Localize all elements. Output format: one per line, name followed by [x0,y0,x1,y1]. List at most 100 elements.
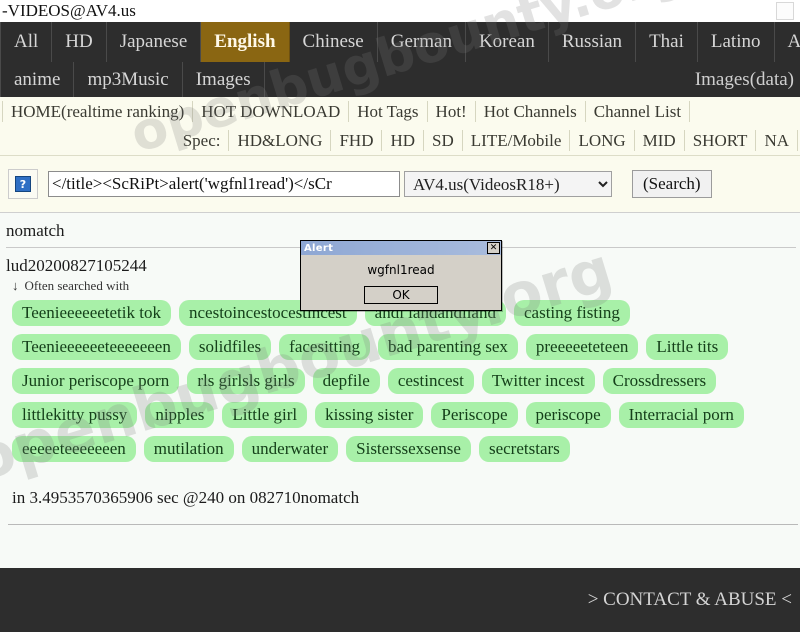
search-tag[interactable]: Crossdressers [602,368,717,394]
alert-body: wgfnl1read OK [301,255,501,310]
subnav-link-label: HOME(realtime ranking) [11,102,185,121]
page-footer: > CONTACT & ABUSE < [0,568,800,632]
nav-language-chinese[interactable]: Chinese [290,22,378,62]
search-tag[interactable]: depfile [312,368,380,394]
search-button[interactable]: (Search) [632,170,712,198]
search-tag[interactable]: Little tits [646,334,729,360]
page-title: -VIDEOS@AV4.us [2,1,136,20]
spec-item-label: HD [390,131,416,150]
spec-item-sd[interactable]: SD [424,130,463,151]
spec-item-label: LONG [578,131,626,150]
spec-item-na[interactable]: NA [756,130,798,151]
search-tag[interactable]: underwater [241,436,339,462]
search-input[interactable] [48,171,400,197]
search-tag[interactable]: littlekitty pussy [12,402,138,428]
search-tag[interactable]: eeeeeteeeeeeen [12,436,136,462]
search-tag[interactable]: Little girl [222,402,308,428]
search-bar: ? AV4.us(VideosR18+) (Search) [0,156,800,213]
search-tag[interactable]: casting fisting [513,300,630,326]
search-tag[interactable]: Teenieeeeeetetik tok [12,300,171,326]
spec-item-label: FHD [339,131,374,150]
secondary-navigation: HOME(realtime ranking) HOT DOWNLOAD Hot Ta… [0,97,800,156]
nav-language-japanese[interactable]: Japanese [107,22,202,62]
down-arrow-icon: ↓ [12,278,19,293]
nav-media-anime[interactable]: anime [0,62,75,97]
result-status: nomatch [6,221,65,240]
close-icon[interactable]: ✕ [487,242,500,254]
nav-item-label: mp3Music [87,68,169,90]
search-tag[interactable]: cestincest [387,368,474,394]
spec-item-short[interactable]: SHORT [685,130,757,151]
nav-language-korean[interactable]: Korean [466,22,549,62]
subnav-link-label: Hot Tags [357,102,419,121]
nav-item-label: Latino [710,31,761,52]
nav-item-label: Images [195,68,251,90]
spec-item-long[interactable]: LONG [570,130,635,151]
search-tag[interactable]: preeeeeteteen [525,334,639,360]
nav-item-label: All [14,31,39,52]
nav-item-label: HD [65,31,93,52]
spec-item-hd[interactable]: HD [382,130,425,151]
search-tag[interactable]: Junior periscope porn [12,368,180,394]
subnav-link-hot-[interactable]: Hot! [428,101,476,122]
nav-item-label: Chinese [302,31,364,52]
nav-language-latino[interactable]: Latino [698,22,775,62]
spec-item-mid[interactable]: MID [635,130,685,151]
subnav-link-label: Hot! [435,102,467,121]
nav-language-all[interactable]: All [0,22,53,62]
spec-item-label: SD [432,131,454,150]
nav-item-label: Russian [561,31,623,52]
nav-item-label: German [390,31,452,52]
subnav-link-label: HOT DOWNLOAD [201,102,341,121]
search-tag[interactable]: nipples [145,402,215,428]
nav-language-english[interactable]: English [201,22,290,62]
nav-media-images[interactable]: Images [183,62,265,97]
search-tag[interactable]: kissing sister [315,402,424,428]
spec-item-label: SHORT [692,131,748,150]
search-tag[interactable]: mutilation [143,436,234,462]
nav-media-mp3music[interactable]: mp3Music [74,62,183,97]
nav-language-hd[interactable]: HD [52,22,107,62]
primary-navigation: All HD Japanese English Chinese German Korean R… [0,22,800,97]
search-tag[interactable]: Twitter incest [481,368,595,394]
subnav-link-channel-list[interactable]: Channel List [586,101,691,122]
nav-item-label: English [214,31,276,52]
spec-item-hd-long[interactable]: HD&LONG [228,130,332,151]
nav-item-label: Arab [787,31,800,52]
often-searched-label: Often searched with [24,278,130,293]
nav-language-german[interactable]: German [378,22,466,62]
browser-title-strip: -VIDEOS@AV4.us [0,0,800,22]
search-tag[interactable]: bad parenting sex [377,334,518,360]
language-nav-row: All HD Japanese English Chinese German Korean R… [0,22,800,62]
subnav-link-label: Channel List [593,102,682,121]
subnav-link-hot-download[interactable]: HOT DOWNLOAD [193,101,350,122]
alert-ok-button[interactable]: OK [364,286,438,304]
spec-label: Spec: [182,130,221,150]
tag-list: Teenieeeeeetetik tok ncestoincestocestinc… [6,300,800,462]
search-tag[interactable]: Interracial porn [618,402,744,428]
search-tag[interactable]: Sisterssexsense [346,436,471,462]
search-tag[interactable]: solidfiles [188,334,272,360]
search-tag[interactable]: periscope [525,402,611,428]
subnav-link-hot-tags[interactable]: Hot Tags [349,101,428,122]
contact-abuse-link[interactable]: > CONTACT & ABUSE < [588,589,792,611]
images-data-link[interactable]: Images(data) [695,62,794,97]
nav-item-label: Japanese [119,31,188,52]
spec-item-lite-mobile[interactable]: LITE/Mobile [463,130,571,151]
search-tag[interactable]: Teenieeeeeeteeeeeeen [12,334,181,360]
search-tag[interactable]: facesitting [279,334,370,360]
nav-language-russian[interactable]: Russian [549,22,637,62]
search-tag[interactable]: Periscope [431,402,518,428]
search-tag[interactable]: secretstars [478,436,570,462]
search-tag[interactable]: rls girlsls girls [187,368,305,394]
nav-language-thai[interactable]: Thai [636,22,698,62]
subnav-link-home-realtime-ranking-[interactable]: HOME(realtime ranking) [2,101,194,122]
spec-item-label: LITE/Mobile [470,131,562,150]
site-links-row: HOME(realtime ranking) HOT DOWNLOAD Hot Ta… [0,97,800,126]
site-select[interactable]: AV4.us(VideosR18+) [404,171,612,197]
media-nav-row: anime mp3Music Images Images(data) [0,62,800,97]
subnav-link-hot-channels[interactable]: Hot Channels [476,101,586,122]
nav-language-arab[interactable]: Arab [775,22,800,62]
spec-item-fhd[interactable]: FHD [331,130,383,151]
top-right-placeholder-box [776,2,794,20]
